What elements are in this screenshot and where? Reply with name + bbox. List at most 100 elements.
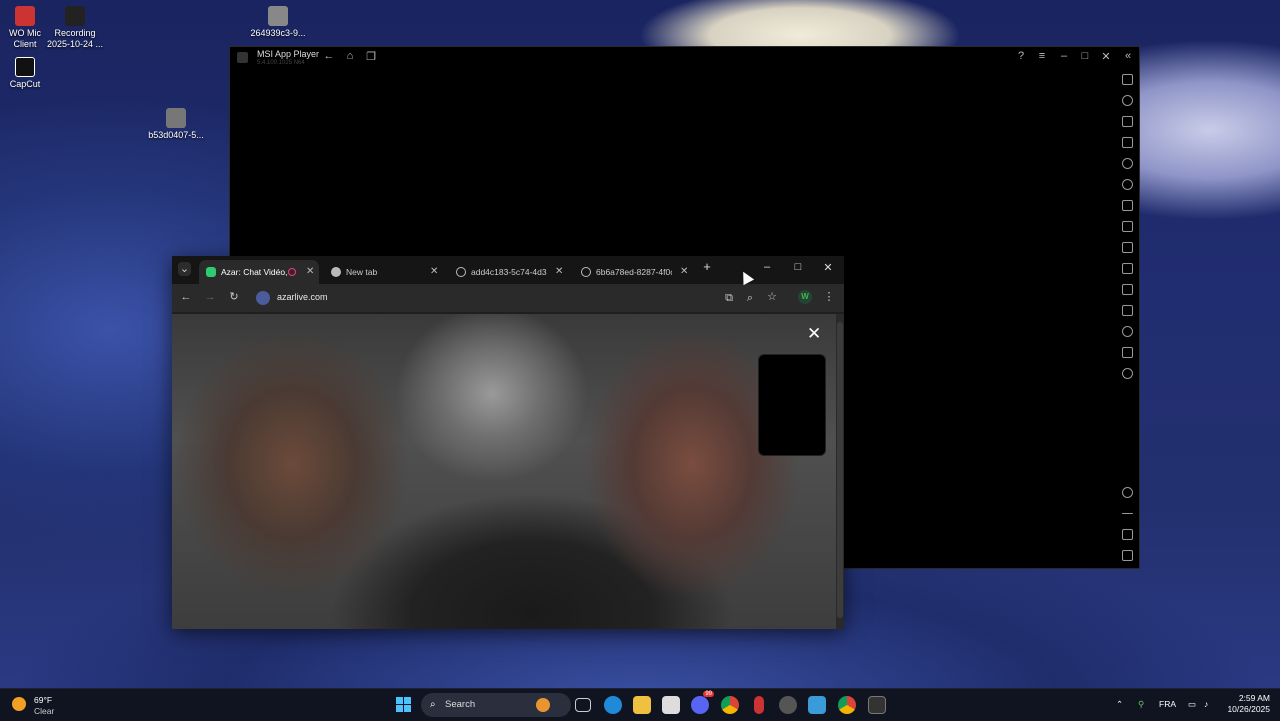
macro-icon[interactable]	[1122, 179, 1133, 190]
input-language[interactable]: FRA	[1159, 699, 1176, 709]
scrollbar-thumb[interactable]	[837, 322, 843, 618]
folder-icon[interactable]	[1122, 263, 1133, 274]
self-camera-preview	[758, 354, 826, 456]
help-icon[interactable]: ?	[1013, 50, 1029, 62]
fullscreen-icon[interactable]	[1122, 74, 1133, 85]
layers-icon[interactable]	[1122, 347, 1133, 358]
rotate-icon[interactable]	[1122, 158, 1133, 169]
cast-icon[interactable]: ⧉	[722, 291, 736, 305]
close-button[interactable]: ✕	[1098, 50, 1114, 63]
eco-mode-icon[interactable]	[1122, 305, 1133, 316]
chrome-icon[interactable]	[721, 696, 739, 714]
media-icon[interactable]	[1122, 116, 1133, 127]
discord-badge: 99	[703, 691, 714, 697]
bookmark-star-icon[interactable]: ☆	[765, 290, 779, 304]
tab-6b6a78ed[interactable]: 6b6a78ed-8287-4f0c ✕	[574, 260, 694, 284]
settings-icon[interactable]	[1122, 487, 1133, 498]
maximize-button[interactable]: □	[1077, 50, 1093, 62]
url-text: azarlive.com	[277, 292, 328, 302]
msi-version: 5.4.100.1025 N64	[257, 60, 305, 66]
forward-icon[interactable]: →	[203, 290, 217, 304]
desktop-icon-capcut[interactable]: CapCut	[0, 57, 55, 90]
tab-close-icon[interactable]: ✕	[306, 260, 314, 284]
multi-instance-icon[interactable]	[1122, 284, 1133, 295]
msi-app-player-icon[interactable]	[868, 696, 886, 714]
back-icon[interactable]: ←	[179, 290, 193, 304]
location-icon[interactable]	[1122, 326, 1133, 337]
tab-close-icon[interactable]: ✕	[430, 260, 438, 284]
microphone-in-use-icon[interactable]: ⚲	[1138, 699, 1144, 710]
show-hidden-icons[interactable]: ⌃	[1116, 699, 1123, 710]
site-info-icon[interactable]	[256, 291, 270, 305]
image-file-icon	[268, 6, 288, 26]
chrome-profile-icon[interactable]	[838, 696, 856, 714]
minimize-button[interactable]: –	[1056, 50, 1072, 62]
taskbar-search[interactable]: ⌕ Search	[421, 693, 571, 717]
volume-icon[interactable]: ♪	[1204, 699, 1208, 709]
tab-add4c183[interactable]: add4c183-5c74-4d31 ✕	[449, 260, 569, 284]
network-icon[interactable]: ▭	[1188, 699, 1196, 710]
performance-icon[interactable]	[1122, 221, 1133, 232]
close-icon[interactable]: ✕	[807, 324, 821, 344]
msi-title: MSI App Player	[257, 49, 320, 59]
chrome-window: ⌄ Azar: Chat Vidéo, ✕ New tab ✕ add4c183…	[172, 256, 844, 629]
address-bar[interactable]: azarlive.com ⧉ ⌕	[252, 288, 754, 308]
back-icon[interactable]: ←	[321, 50, 337, 62]
tab-close-icon[interactable]: ✕	[555, 260, 563, 284]
taskbar: 69°F Clear ⌕ Search 99 ⌃ ⚲ FRA ▭ ♪ 2:59 …	[0, 688, 1280, 721]
time: 2:59 AM	[1238, 693, 1270, 703]
desktop-icon-image-264939c3[interactable]: 264939c3-9...	[248, 6, 308, 39]
sync-icon[interactable]	[1122, 368, 1133, 379]
tab-search-icon[interactable]: ⌄	[178, 262, 191, 276]
keyboard-icon[interactable]	[1122, 137, 1133, 148]
globe-icon	[456, 267, 466, 277]
task-view-icon[interactable]	[575, 698, 591, 712]
side-recent-icon[interactable]	[1122, 550, 1133, 561]
recent-apps-icon[interactable]: ❐	[363, 50, 379, 63]
volume-icon[interactable]	[1122, 95, 1133, 106]
tab-new-tab[interactable]: New tab ✕	[324, 260, 444, 284]
moon-icon	[12, 697, 26, 711]
search-highlight-icon	[536, 698, 550, 712]
azar-favicon-icon	[206, 267, 216, 277]
tab-azar[interactable]: Azar: Chat Vidéo, ✕	[199, 260, 319, 284]
chrome-menu-icon[interactable]: ⋮	[822, 290, 836, 304]
minimize-button[interactable]: –	[757, 261, 777, 273]
start-button[interactable]	[396, 697, 412, 713]
search-icon: ⌕	[430, 699, 436, 710]
maximize-button[interactable]: □	[788, 261, 808, 273]
menu-icon[interactable]: ≡	[1034, 50, 1050, 62]
file-explorer-icon[interactable]	[633, 696, 651, 714]
reload-icon[interactable]: ↻	[227, 290, 241, 304]
desktop-icon-image-b53d0407[interactable]: b53d0407-5...	[146, 108, 206, 141]
side-home-icon[interactable]	[1122, 529, 1133, 540]
app-icon[interactable]	[808, 696, 826, 714]
desktop-icon-recording[interactable]: Recording 2025-10-24 ...	[45, 6, 105, 50]
store-icon[interactable]	[662, 696, 680, 714]
screenshot-icon[interactable]	[1122, 242, 1133, 253]
video-file-icon	[65, 6, 85, 26]
msi-titlebar[interactable]: MSI App Player 5.4.100.1025 N64 ← ⌂ ❐ ? …	[230, 47, 1139, 69]
close-button[interactable]: ✕	[818, 261, 838, 274]
recording-indicator-icon	[288, 268, 296, 276]
new-tab-button[interactable]: +	[697, 259, 717, 274]
scrollbar[interactable]	[836, 314, 844, 629]
msi-logo-icon	[237, 52, 248, 63]
zoom-icon[interactable]: ⌕	[743, 291, 757, 305]
toolbar: ← → ↻ azarlive.com ⧉ ⌕ ☆ W ⋮	[172, 284, 844, 312]
tab-close-icon[interactable]: ✕	[680, 260, 688, 284]
date: 10/26/2025	[1227, 704, 1270, 714]
home-icon[interactable]: ⌂	[342, 50, 358, 62]
side-back-icon[interactable]	[1122, 513, 1133, 514]
image-file-icon	[166, 108, 186, 128]
profile-avatar[interactable]: W	[798, 290, 812, 304]
capcut-icon	[15, 57, 35, 77]
wo-mic-icon[interactable]	[754, 696, 764, 714]
steam-icon[interactable]	[779, 696, 797, 714]
discord-icon[interactable]: 99	[691, 691, 714, 714]
edge-icon[interactable]	[604, 696, 622, 714]
gamepad-icon[interactable]	[1122, 200, 1133, 211]
clock[interactable]: 2:59 AM 10/26/2025	[1227, 693, 1270, 715]
video-chat-view[interactable]: ✕	[172, 314, 836, 629]
collapse-sidebar-icon[interactable]: «	[1120, 50, 1136, 62]
